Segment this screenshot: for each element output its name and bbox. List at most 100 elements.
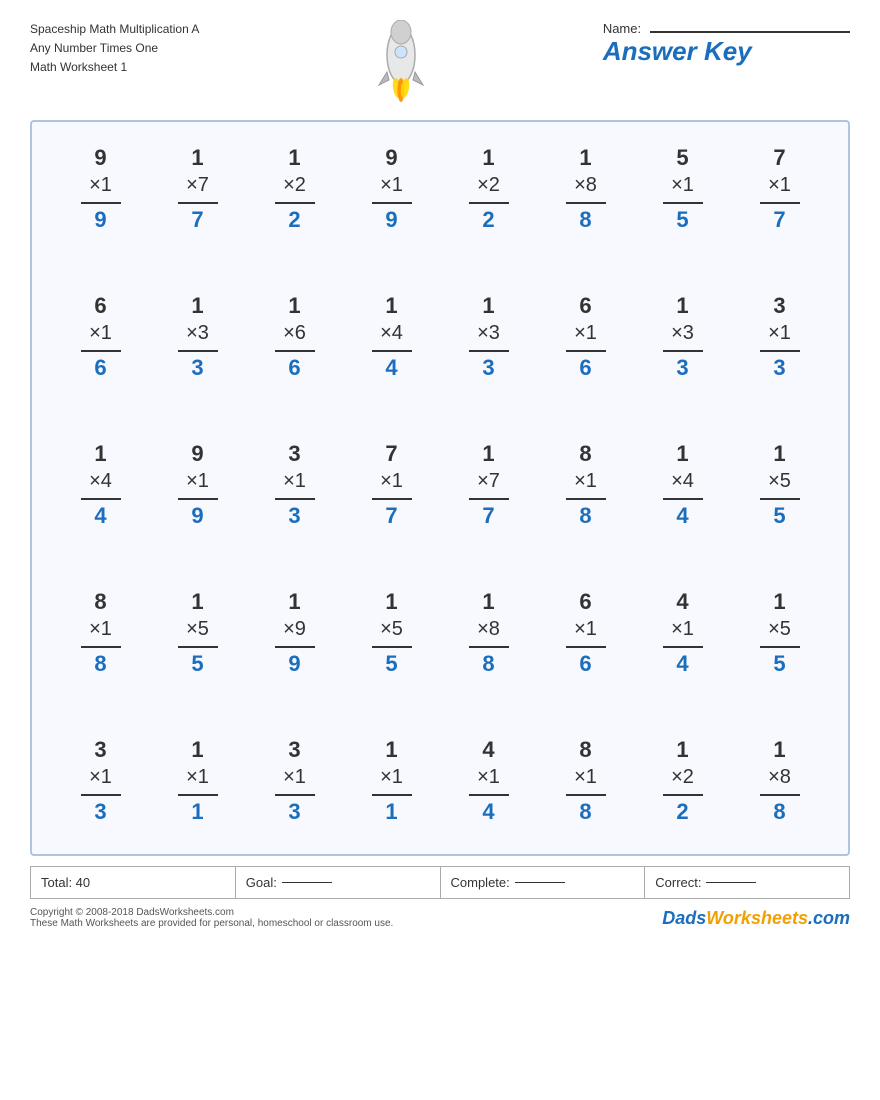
prob-multiplier: ×1 (380, 765, 403, 791)
prob-multiplier: ×1 (574, 617, 597, 643)
prob-line (566, 646, 606, 648)
prob-line (566, 794, 606, 796)
problem: 1 ×1 1 (343, 729, 440, 839)
prob-answer: 8 (579, 799, 591, 827)
prob-line (372, 350, 412, 352)
problem: 4 ×1 4 (440, 729, 537, 839)
problem: 8 ×1 8 (537, 729, 634, 839)
prob-answer: 3 (773, 355, 785, 383)
prob-line (469, 498, 509, 500)
goal-underline (282, 882, 332, 883)
prob-top: 1 (482, 145, 494, 173)
prob-answer: 2 (676, 799, 688, 827)
prob-multiplier: ×1 (768, 173, 791, 199)
prob-top: 9 (191, 441, 203, 469)
prob-answer: 7 (773, 207, 785, 235)
prob-answer: 5 (385, 651, 397, 679)
prob-answer: 4 (482, 799, 494, 827)
problem: 1 ×7 7 (149, 137, 246, 247)
prob-top: 1 (191, 145, 203, 173)
prob-top: 1 (288, 293, 300, 321)
prob-multiplier: ×4 (89, 469, 112, 495)
prob-line (760, 202, 800, 204)
problem: 3 ×1 3 (246, 433, 343, 543)
prob-line (663, 202, 703, 204)
prob-top: 1 (385, 589, 397, 617)
prob-multiplier: ×2 (477, 173, 500, 199)
prob-line (760, 646, 800, 648)
problem: 1 ×3 3 (634, 285, 731, 395)
prob-multiplier: ×3 (186, 321, 209, 347)
prob-top: 3 (288, 441, 300, 469)
complete-underline (515, 882, 565, 883)
prob-top: 1 (773, 737, 785, 765)
prob-line (663, 350, 703, 352)
header-right: Name: Answer Key (603, 20, 850, 67)
prob-answer: 8 (482, 651, 494, 679)
prob-top: 1 (288, 145, 300, 173)
prob-answer: 3 (482, 355, 494, 383)
prob-top: 1 (676, 737, 688, 765)
prob-answer: 8 (94, 651, 106, 679)
problem: 5 ×1 5 (634, 137, 731, 247)
prob-top: 8 (579, 441, 591, 469)
problem: 1 ×8 8 (537, 137, 634, 247)
prob-top: 3 (773, 293, 785, 321)
prob-answer: 5 (773, 651, 785, 679)
problem: 1 ×9 9 (246, 581, 343, 691)
problem: 1 ×7 7 (440, 433, 537, 543)
prob-top: 1 (482, 293, 494, 321)
problem: 1 ×8 8 (731, 729, 828, 839)
prob-top: 5 (676, 145, 688, 173)
prob-answer: 6 (579, 651, 591, 679)
prob-answer: 6 (288, 355, 300, 383)
footer-bar: Total: 40 Goal: Complete: Correct: (30, 866, 850, 899)
prob-answer: 3 (191, 355, 203, 383)
prob-answer: 5 (773, 503, 785, 531)
problem: 3 ×1 3 (52, 729, 149, 839)
footer-total: Total: 40 (31, 867, 236, 898)
prob-top: 1 (676, 441, 688, 469)
prob-multiplier: ×1 (186, 469, 209, 495)
subtitle-line1: Spaceship Math Multiplication A (30, 20, 199, 39)
subtitle-line2: Any Number Times One (30, 39, 199, 58)
prob-multiplier: ×6 (283, 321, 306, 347)
prob-multiplier: ×1 (89, 617, 112, 643)
prob-top: 7 (385, 441, 397, 469)
prob-line (372, 202, 412, 204)
prob-answer: 4 (676, 503, 688, 531)
prob-answer: 7 (191, 207, 203, 235)
name-label: Name: (603, 21, 641, 36)
prob-top: 1 (482, 589, 494, 617)
problem: 8 ×1 8 (537, 433, 634, 543)
prob-top: 1 (288, 589, 300, 617)
prob-multiplier: ×4 (671, 469, 694, 495)
problem: 1 ×4 4 (634, 433, 731, 543)
problem: 6 ×1 6 (537, 581, 634, 691)
row-spacer (52, 257, 828, 275)
prob-multiplier: ×1 (574, 321, 597, 347)
prob-top: 1 (94, 441, 106, 469)
page: Spaceship Math Multiplication A Any Numb… (0, 0, 880, 1100)
problem: 1 ×5 5 (149, 581, 246, 691)
prob-top: 4 (676, 589, 688, 617)
prob-answer: 7 (482, 503, 494, 531)
problem: 8 ×1 8 (52, 581, 149, 691)
prob-multiplier: ×1 (89, 321, 112, 347)
problem: 1 ×3 3 (440, 285, 537, 395)
prob-answer: 4 (676, 651, 688, 679)
prob-line (372, 794, 412, 796)
prob-answer: 9 (94, 207, 106, 235)
prob-line (178, 202, 218, 204)
prob-answer: 7 (385, 503, 397, 531)
prob-line (469, 646, 509, 648)
prob-line (275, 350, 315, 352)
footer-complete: Complete: (441, 867, 646, 898)
name-line (650, 31, 850, 33)
prob-multiplier: ×1 (671, 173, 694, 199)
problem: 7 ×1 7 (343, 433, 440, 543)
problem: 4 ×1 4 (634, 581, 731, 691)
prob-answer: 3 (94, 799, 106, 827)
prob-top: 1 (385, 293, 397, 321)
prob-line (81, 794, 121, 796)
